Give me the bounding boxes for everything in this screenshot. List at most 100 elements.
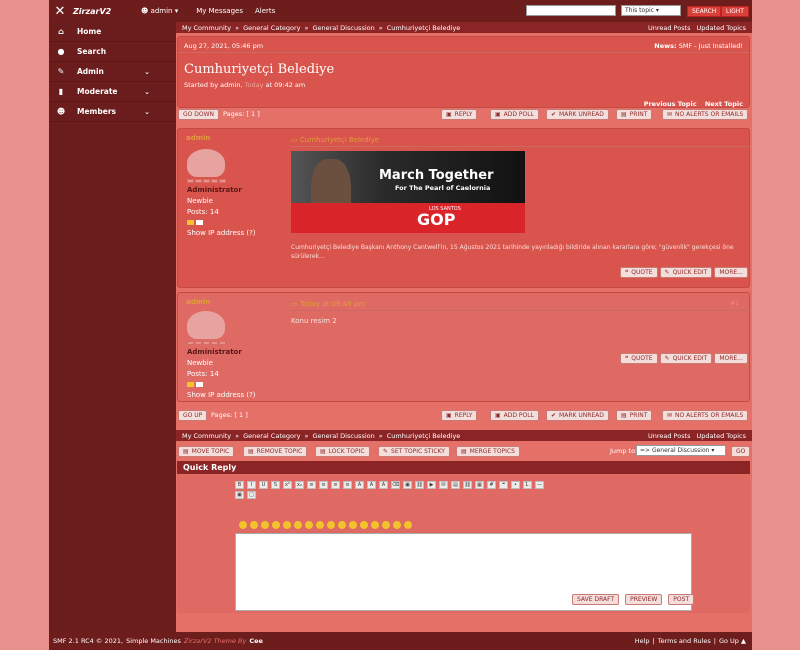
breadcrumb-item[interactable]: General Discussion: [312, 432, 374, 440]
smiley-icon[interactable]: [250, 521, 258, 529]
search-button[interactable]: SEARCH: [687, 6, 722, 17]
hr-icon[interactable]: —: [535, 481, 544, 489]
more-button[interactable]: MORE...: [714, 353, 748, 364]
more-button[interactable]: MORE...: [714, 267, 748, 278]
color-icon[interactable]: A: [379, 481, 388, 489]
merge-topics-button[interactable]: ▤ MERGE TOPICS: [456, 446, 520, 457]
unlink-icon[interactable]: ⛓: [463, 481, 472, 489]
online-icon[interactable]: [187, 220, 194, 225]
lock-topic-button[interactable]: ▤ LOCK TOPIC: [315, 446, 370, 457]
bullet-list-icon[interactable]: •: [511, 481, 520, 489]
breadcrumb-item[interactable]: My Community: [182, 432, 231, 440]
unread-posts-link[interactable]: Unread Posts: [648, 432, 691, 440]
sidebar-item-admin[interactable]: ✎ Admin ⌄: [49, 62, 176, 82]
post-subject[interactable]: Cumhuriyetçi Belediye: [300, 136, 379, 144]
font-icon[interactable]: A: [355, 481, 364, 489]
help-link[interactable]: Help: [635, 637, 650, 645]
align-left-icon[interactable]: ≡: [307, 481, 316, 489]
smiley-icon[interactable]: [382, 521, 390, 529]
no-alerts-button[interactable]: ✉ NO ALERTS OR EMAILS: [662, 109, 749, 120]
post-button[interactable]: POST: [668, 594, 695, 605]
sidebar-item-search[interactable]: ● Search: [49, 42, 176, 62]
smiley-icon[interactable]: [338, 521, 346, 529]
bold-icon[interactable]: B: [235, 481, 244, 489]
unread-posts-link[interactable]: Unread Posts: [648, 24, 691, 32]
maximize-icon[interactable]: □: [247, 491, 256, 499]
breadcrumb-item[interactable]: General Category: [243, 432, 300, 440]
mark-unread-button[interactable]: ✔ MARK UNREAD: [546, 410, 609, 421]
reply-button[interactable]: ▣ REPLY: [441, 109, 478, 120]
reply-number[interactable]: #1: [730, 300, 739, 307]
smiley-icon[interactable]: [239, 521, 247, 529]
smiley-icon[interactable]: [316, 521, 324, 529]
save-draft-button[interactable]: SAVE DRAFT: [572, 594, 620, 605]
smiley-icon[interactable]: [283, 521, 291, 529]
ftp-icon[interactable]: ▤: [451, 481, 460, 489]
italic-icon[interactable]: I: [247, 481, 256, 489]
remove-topic-button[interactable]: ▤ REMOVE TOPIC: [243, 446, 308, 457]
subscript-icon[interactable]: x₂: [295, 481, 304, 489]
justify-icon[interactable]: ≡: [343, 481, 352, 489]
superscript-icon[interactable]: x²: [283, 481, 292, 489]
breadcrumb-item[interactable]: Cumhuriyetçi Belediye: [387, 432, 461, 440]
my-messages-link[interactable]: My Messages: [196, 7, 243, 15]
smiley-icon[interactable]: [360, 521, 368, 529]
align-right-icon[interactable]: ≡: [331, 481, 340, 489]
underline-icon[interactable]: U: [259, 481, 268, 489]
jump-to-select[interactable]: => General Discussion ▾: [636, 445, 726, 456]
post-author[interactable]: admin: [186, 298, 210, 306]
go-button[interactable]: GO: [731, 446, 751, 457]
message-icon[interactable]: [196, 382, 204, 387]
previous-topic-link[interactable]: Previous Topic: [644, 100, 697, 108]
no-alerts-button[interactable]: ✉ NO ALERTS OR EMAILS: [662, 410, 749, 421]
quote-button[interactable]: ❝ QUOTE: [620, 353, 658, 364]
smiley-icon[interactable]: [272, 521, 280, 529]
updated-topics-link[interactable]: Updated Topics: [697, 24, 746, 32]
preview-button[interactable]: PREVIEW: [625, 594, 663, 605]
go-up-button[interactable]: GO UP: [178, 410, 208, 421]
add-poll-button[interactable]: ▣ ADD POLL: [490, 410, 539, 421]
smiley-icon[interactable]: [294, 521, 302, 529]
updated-topics-link[interactable]: Updated Topics: [697, 432, 746, 440]
remove-format-icon[interactable]: ⌫: [391, 481, 400, 489]
quick-edit-button[interactable]: ✎ QUICK EDIT: [659, 267, 713, 278]
table-icon[interactable]: ▦: [475, 481, 484, 489]
youtube-icon[interactable]: ▶: [427, 481, 436, 489]
move-topic-button[interactable]: ▤ MOVE TOPIC: [178, 446, 235, 457]
post-author[interactable]: admin: [186, 134, 210, 142]
post-time[interactable]: Today at 09:49 pm: [300, 300, 365, 308]
zirzar-logo-icon[interactable]: ✕: [49, 0, 71, 22]
show-ip-link[interactable]: Show IP address (?): [187, 229, 256, 237]
search-scope-select[interactable]: This topic ▾: [621, 5, 681, 16]
smiley-icon[interactable]: [404, 521, 412, 529]
strike-icon[interactable]: S: [271, 481, 280, 489]
link-icon[interactable]: ⛓: [415, 481, 424, 489]
sidebar-item-members[interactable]: ☻ Members ⌄: [49, 102, 176, 122]
online-icon[interactable]: [187, 382, 194, 387]
breadcrumb-item[interactable]: General Category: [243, 24, 300, 32]
smiley-icon[interactable]: [261, 521, 269, 529]
quote-tool-icon[interactable]: ❝: [499, 481, 508, 489]
terms-link[interactable]: Terms and Rules: [658, 637, 711, 645]
smiley-icon[interactable]: [371, 521, 379, 529]
pages-number[interactable]: [ 1 ]: [246, 110, 259, 118]
breadcrumb-item[interactable]: General Discussion: [312, 24, 374, 32]
search-input[interactable]: [526, 5, 616, 16]
smiley-icon[interactable]: [305, 521, 313, 529]
align-center-icon[interactable]: ≡: [319, 481, 328, 489]
breadcrumb-item[interactable]: My Community: [182, 24, 231, 32]
quick-edit-button[interactable]: ✎ QUICK EDIT: [659, 353, 713, 364]
add-poll-button[interactable]: ▣ ADD POLL: [490, 109, 539, 120]
reply-button[interactable]: ▣ REPLY: [441, 410, 478, 421]
mark-unread-button[interactable]: ✔ MARK UNREAD: [546, 109, 609, 120]
simple-machines-link[interactable]: Simple Machines: [126, 637, 181, 645]
user-menu[interactable]: ☻ admin ▾: [141, 7, 178, 15]
print-button[interactable]: ▤ PRINT: [616, 410, 653, 421]
code-icon[interactable]: #: [487, 481, 496, 489]
image-icon[interactable]: ▣: [403, 481, 412, 489]
email-icon[interactable]: ✉: [439, 481, 448, 489]
print-button[interactable]: ▤ PRINT: [616, 109, 653, 120]
light-mode-button[interactable]: LIGHT: [721, 6, 749, 17]
font-size-icon[interactable]: A: [367, 481, 376, 489]
message-icon[interactable]: [196, 220, 204, 225]
